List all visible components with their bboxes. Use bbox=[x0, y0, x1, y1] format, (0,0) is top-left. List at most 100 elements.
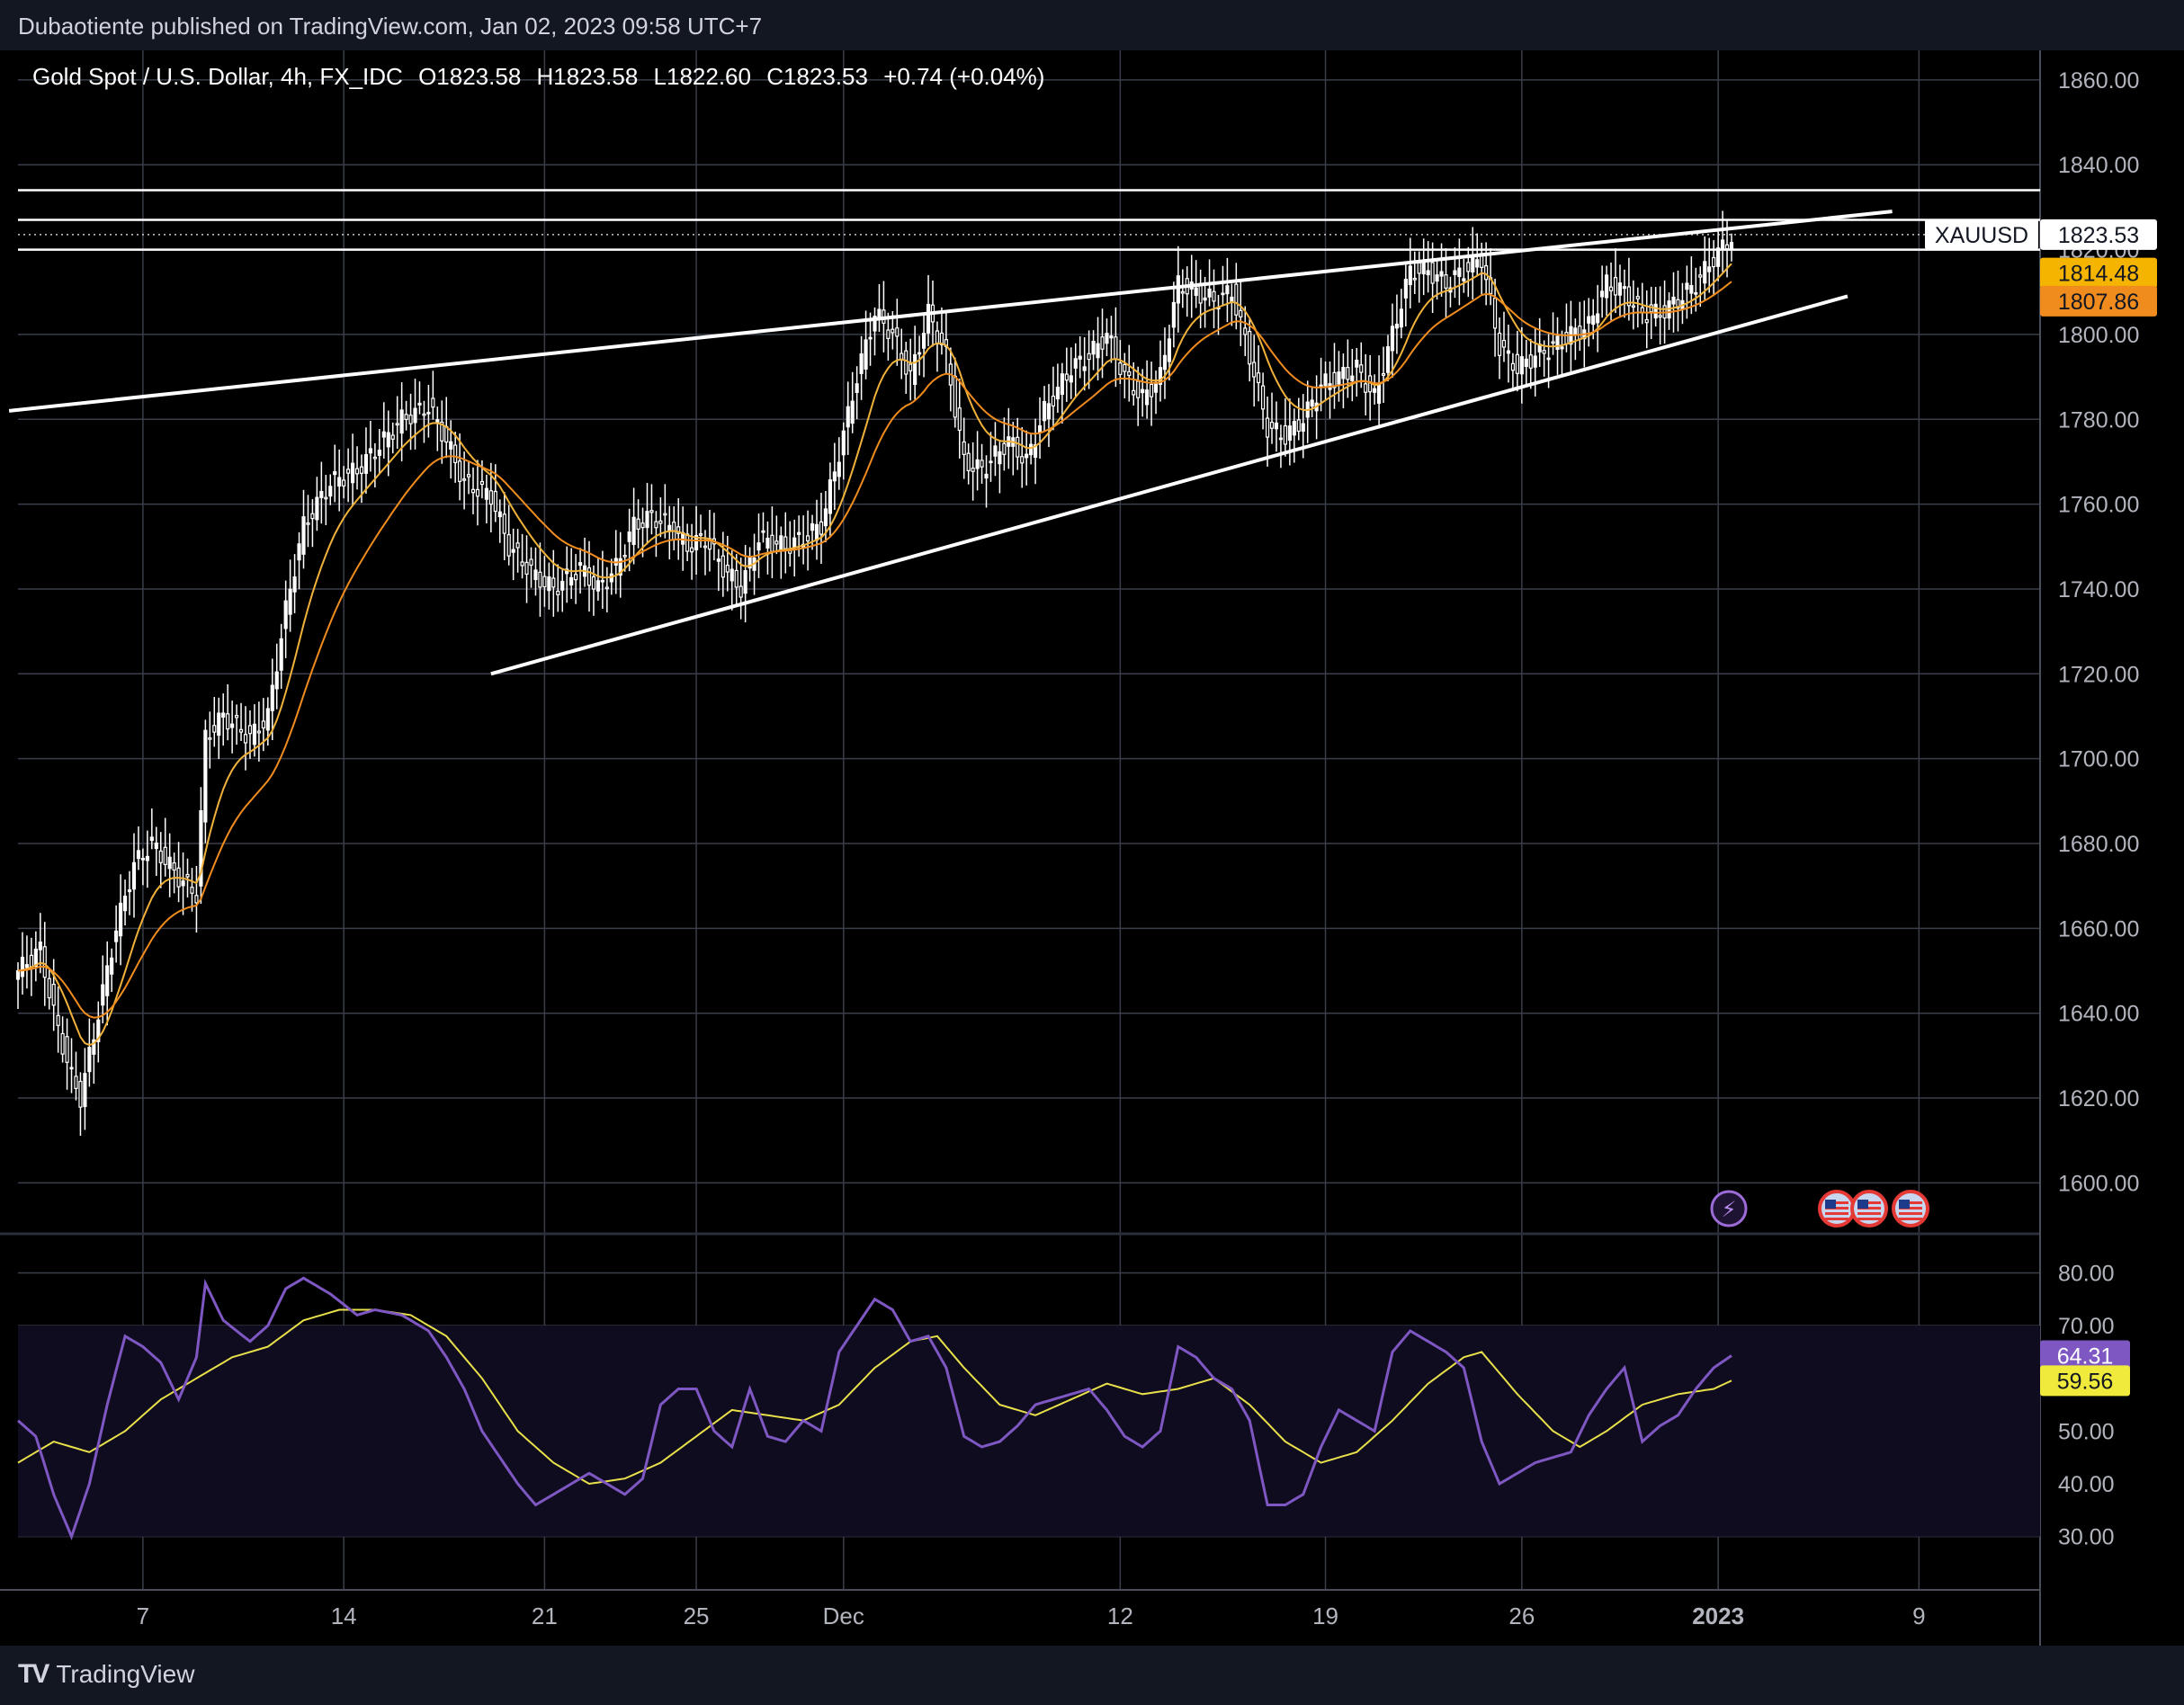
candle-body-278 bbox=[1257, 372, 1261, 384]
candle-body-162 bbox=[738, 585, 743, 598]
candle-body-316 bbox=[1426, 270, 1430, 276]
candle-body-159 bbox=[725, 565, 729, 573]
candle-body-91 bbox=[422, 413, 426, 416]
candle-body-199 bbox=[904, 350, 909, 375]
candle-body-347 bbox=[1564, 332, 1569, 344]
last-price-tag: 1823.53 bbox=[2058, 223, 2139, 248]
candle-body-60 bbox=[283, 600, 288, 629]
candle-body-251 bbox=[1136, 380, 1141, 398]
candle-body-43 bbox=[208, 737, 212, 740]
candle-body-140 bbox=[640, 522, 645, 529]
rsi-value-tag: 64.31 bbox=[2057, 1343, 2114, 1369]
time-tick-9: 9 bbox=[1912, 1602, 1925, 1629]
candle-body-48 bbox=[230, 723, 235, 728]
candle-body-7 bbox=[47, 977, 51, 999]
candle-body-82 bbox=[381, 431, 386, 438]
symbol-tag: XAUUSD bbox=[1935, 223, 2028, 248]
candle-body-226 bbox=[1025, 453, 1029, 459]
candle-body-31 bbox=[154, 842, 158, 850]
candle-body-288 bbox=[1301, 423, 1305, 432]
candle-body-111 bbox=[511, 549, 515, 553]
candle-body-233 bbox=[1055, 386, 1060, 400]
candle-body-68 bbox=[319, 490, 324, 498]
candle-body-109 bbox=[502, 513, 506, 534]
candle-body-201 bbox=[913, 353, 917, 386]
candle-body-186 bbox=[846, 406, 850, 428]
price-tick-3: 1660.00 bbox=[2058, 916, 2139, 942]
candle-body-85 bbox=[395, 423, 399, 426]
candle-body-273 bbox=[1234, 283, 1239, 316]
candle-body-169 bbox=[770, 534, 774, 552]
candle-body-225 bbox=[1020, 456, 1025, 464]
candle-body-365 bbox=[1644, 318, 1649, 324]
tradingview-logo[interactable]: TV TradingView bbox=[18, 1659, 194, 1690]
candle-body-219 bbox=[993, 445, 998, 457]
time-tick-2: 21 bbox=[532, 1602, 558, 1629]
flag-stripe-1-3 bbox=[1857, 1218, 1881, 1220]
time-tick-7: 26 bbox=[1508, 1602, 1535, 1629]
candle-body-23 bbox=[119, 902, 123, 937]
candle-body-359 bbox=[1617, 282, 1623, 296]
candle-body-384 bbox=[1729, 242, 1734, 251]
ma-slow-tag: 1807.86 bbox=[2058, 290, 2139, 315]
candle-body-163 bbox=[743, 570, 747, 594]
candle-body-94 bbox=[435, 419, 440, 424]
candle-body-22 bbox=[114, 930, 119, 942]
rsi-tick-1: 40.00 bbox=[2058, 1472, 2115, 1497]
candle-body-349 bbox=[1573, 327, 1578, 335]
candle-body-27 bbox=[136, 850, 141, 860]
candle-body-236 bbox=[1069, 375, 1073, 383]
candle-body-138 bbox=[631, 516, 636, 545]
candle-body-264 bbox=[1194, 287, 1198, 297]
candle-body-74 bbox=[346, 469, 351, 474]
candle-body-8 bbox=[51, 984, 56, 1006]
candle-body-380 bbox=[1712, 256, 1716, 268]
candle-body-106 bbox=[488, 490, 493, 505]
candle-body-334 bbox=[1506, 350, 1511, 354]
candle-body-238 bbox=[1078, 355, 1082, 360]
price-chart-svg[interactable]: 1600.00 1620.00 1640.00 1660.00 1680.00 1700.… bbox=[0, 0, 2184, 1646]
candle-body-189 bbox=[859, 353, 864, 374]
candle-body-62 bbox=[292, 576, 297, 593]
candle-body-187 bbox=[850, 400, 855, 424]
candle-body-235 bbox=[1064, 373, 1069, 381]
candle-body-180 bbox=[819, 521, 824, 535]
candle-body-338 bbox=[1524, 358, 1528, 368]
candle-body-270 bbox=[1221, 292, 1225, 296]
candle-body-175 bbox=[797, 531, 801, 535]
candle-body-319 bbox=[1439, 271, 1444, 277]
candle-body-257 bbox=[1162, 354, 1168, 370]
candle-body-38 bbox=[185, 873, 190, 878]
candle-body-268 bbox=[1212, 290, 1216, 302]
rsi-pane bbox=[17, 1276, 2040, 1540]
candle-body-55 bbox=[261, 720, 265, 729]
candle-body-120 bbox=[551, 577, 556, 588]
candle-body-161 bbox=[734, 569, 738, 588]
candle-body-301 bbox=[1359, 364, 1364, 373]
candle-body-281 bbox=[1269, 421, 1275, 429]
candle-body-367 bbox=[1653, 303, 1658, 319]
candle-body-71 bbox=[333, 471, 337, 476]
candle-body-206 bbox=[935, 330, 940, 344]
candle-body-77 bbox=[359, 466, 364, 474]
candle-body-356 bbox=[1605, 274, 1609, 299]
candle-body-185 bbox=[841, 430, 846, 456]
candle-body-350 bbox=[1578, 326, 1582, 340]
candle-body-47 bbox=[226, 713, 230, 730]
candle-body-344 bbox=[1551, 341, 1555, 344]
candle-body-325 bbox=[1466, 262, 1471, 272]
candle-body-202 bbox=[917, 352, 922, 355]
candle-body-299 bbox=[1350, 375, 1355, 381]
time-tick-1: 14 bbox=[331, 1602, 357, 1629]
candle-body-19 bbox=[101, 984, 105, 1006]
candle-body-218 bbox=[989, 460, 993, 464]
candle-body-69 bbox=[324, 496, 328, 500]
candle-body-244 bbox=[1105, 333, 1109, 344]
candle-body-34 bbox=[167, 856, 172, 870]
candle-body-183 bbox=[832, 471, 837, 482]
candle-body-143 bbox=[654, 521, 658, 529]
time-tick-5: 12 bbox=[1107, 1602, 1133, 1629]
candle-body-362 bbox=[1631, 305, 1635, 308]
candle-body-145 bbox=[663, 513, 667, 516]
candle-body-217 bbox=[984, 473, 989, 479]
